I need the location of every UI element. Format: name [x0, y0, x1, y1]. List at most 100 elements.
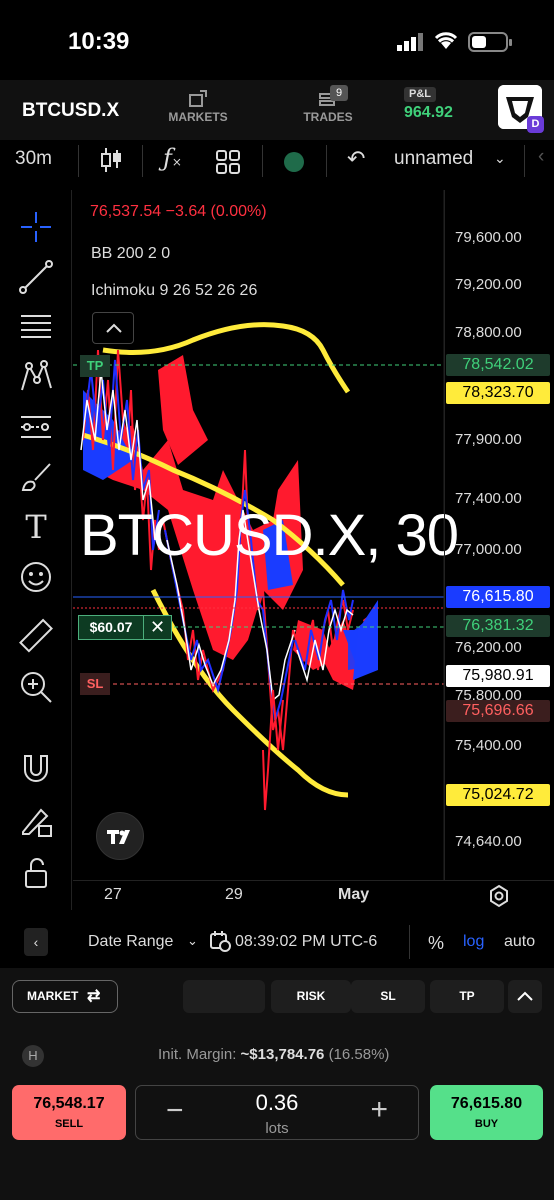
- y-tick: 77,400.00: [455, 490, 522, 507]
- calendar-clock-icon[interactable]: [209, 930, 231, 952]
- sl-price-label: 75,696.66: [446, 700, 550, 722]
- hedge-icon[interactable]: H: [22, 1045, 44, 1067]
- toolbar-scroll-icon[interactable]: ‹: [538, 146, 544, 168]
- wifi-icon: [434, 32, 458, 49]
- sl-tag[interactable]: SL: [80, 673, 110, 695]
- buy-button[interactable]: 76,615.80 BUY: [430, 1085, 543, 1140]
- y-tick: 75,400.00: [455, 737, 522, 754]
- log-scale-toggle[interactable]: log: [463, 933, 484, 951]
- tradingview-logo[interactable]: [96, 812, 144, 860]
- crosshair-icon[interactable]: [17, 208, 55, 246]
- y-tick: 77,900.00: [455, 431, 522, 448]
- interval-selector[interactable]: 30m: [15, 148, 52, 170]
- lock-drawing-icon[interactable]: [17, 802, 55, 840]
- text-tool-icon[interactable]: T: [17, 508, 55, 546]
- pattern-icon[interactable]: [17, 358, 55, 396]
- chevron-up-icon: [106, 323, 122, 333]
- templates-icon[interactable]: [216, 150, 240, 174]
- x-tick: 29: [225, 886, 243, 903]
- increase-lots-button[interactable]: +: [370, 1093, 388, 1127]
- sell-button[interactable]: 76,548.17 SELL: [12, 1085, 126, 1140]
- ruler-icon[interactable]: [17, 618, 55, 656]
- battery-icon: [468, 32, 512, 52]
- margin-value: ~$13,784.76: [240, 1046, 325, 1063]
- order-type-button[interactable]: MARKET ⇄: [12, 980, 118, 1013]
- percent-scale-toggle[interactable]: %: [428, 933, 444, 954]
- ask-price-label: 76,615.80: [446, 586, 550, 608]
- price-axis[interactable]: [444, 190, 554, 880]
- drawing-tools-sidebar: T: [0, 190, 72, 910]
- x-tick: 27: [104, 886, 122, 903]
- zoom-in-icon[interactable]: [17, 668, 55, 706]
- bb-lower-price-label: 75,024.72: [446, 784, 550, 806]
- init-margin: Init. Margin: ~$13,784.76 (16.58%): [158, 1046, 389, 1063]
- y-tick: 74,640.00: [455, 833, 522, 850]
- margin-percent: (16.58%): [328, 1046, 390, 1063]
- emoji-icon[interactable]: [17, 558, 55, 596]
- expand-panel-button[interactable]: [508, 980, 542, 1013]
- margin-label: Init. Margin:: [158, 1046, 237, 1063]
- sell-label: SELL: [54, 1118, 84, 1130]
- unlock-icon[interactable]: [17, 854, 55, 892]
- tp-button[interactable]: TP: [430, 980, 504, 1013]
- chart-clock[interactable]: 08:39:02 PM UTC-6: [235, 933, 377, 951]
- indicators-icon[interactable]: ƒ×: [163, 144, 182, 172]
- chevron-down-icon[interactable]: ⌄: [494, 150, 506, 167]
- symbol-watermark: BTCUSD.X, 30: [80, 503, 459, 568]
- chevron-up-icon: [517, 991, 533, 1001]
- y-tick: 79,600.00: [455, 229, 522, 246]
- pnl-label: P&L: [404, 87, 436, 102]
- undo-icon[interactable]: ↶: [347, 146, 365, 172]
- sell-price: 76,548.17: [33, 1095, 105, 1112]
- status-dot-icon[interactable]: [282, 150, 306, 174]
- symbol-title[interactable]: BTCUSD.X: [22, 100, 119, 122]
- tp-tag[interactable]: TP: [80, 355, 110, 377]
- tv-logo-icon: [107, 830, 130, 844]
- buy-price: 76,615.80: [450, 1095, 523, 1112]
- chevron-down-icon[interactable]: ⌄: [187, 933, 198, 949]
- chevron-left-icon[interactable]: ‹: [24, 928, 48, 956]
- brush-icon[interactable]: [17, 458, 55, 496]
- position-pnl: $60.07: [79, 616, 143, 639]
- risk-button[interactable]: RISK: [271, 980, 351, 1013]
- bb-mid-price-label: 75,980.91: [446, 665, 550, 687]
- y-tick: 78,800.00: [455, 324, 522, 341]
- y-tick: 76,200.00: [455, 639, 522, 656]
- ohlc-readout: 76,537.54 −3.64 (0.00%): [90, 203, 267, 220]
- order-extra-slot[interactable]: [183, 980, 265, 1013]
- trend-line-icon[interactable]: [17, 258, 55, 296]
- swap-icon: ⇄: [87, 988, 101, 1005]
- markets-icon: [189, 90, 207, 107]
- bb-indicator-label[interactable]: BB 200 2 0: [91, 245, 170, 263]
- layout-name[interactable]: unnamed: [394, 148, 473, 170]
- position-tag[interactable]: $60.07 ✕: [78, 615, 172, 640]
- collapse-indicators-button[interactable]: [92, 312, 134, 344]
- auto-scale-toggle[interactable]: auto: [504, 933, 535, 951]
- buy-label: BUY: [474, 1118, 499, 1130]
- tp-price-label: 78,542.02: [446, 354, 550, 376]
- trades-count-badge: 9: [330, 85, 348, 101]
- time-axis[interactable]: [73, 880, 554, 910]
- signal-icon: [397, 33, 423, 51]
- status-bar: 10:39: [0, 0, 554, 80]
- fib-lines-icon[interactable]: [17, 308, 55, 346]
- date-range-button[interactable]: Date Range: [88, 933, 173, 951]
- magnet-icon[interactable]: [17, 750, 55, 788]
- settings-icon[interactable]: [487, 884, 511, 908]
- candles-icon[interactable]: [100, 146, 122, 174]
- y-tick: 77,000.00: [455, 541, 522, 558]
- ichimoku-indicator-label[interactable]: Ichimoku 9 26 52 26 26: [91, 282, 257, 300]
- order-type-label: MARKET: [27, 989, 79, 1003]
- y-tick: 79,200.00: [455, 276, 522, 293]
- sl-button[interactable]: SL: [351, 980, 425, 1013]
- pnl-value: 964.92: [404, 104, 453, 121]
- close-position-icon[interactable]: ✕: [143, 616, 171, 639]
- x-tick: May: [338, 886, 370, 903]
- entry-price-label: 76,381.32: [446, 615, 550, 637]
- nav-markets[interactable]: MARKETS: [168, 90, 228, 124]
- avatar-badge: D: [527, 116, 544, 133]
- nav-markets-label: MARKETS: [168, 110, 228, 124]
- lots-stepper: − 0.36 lots +: [135, 1085, 419, 1140]
- forecast-icon[interactable]: [17, 408, 55, 446]
- bb-upper-price-label: 78,323.70: [446, 382, 550, 404]
